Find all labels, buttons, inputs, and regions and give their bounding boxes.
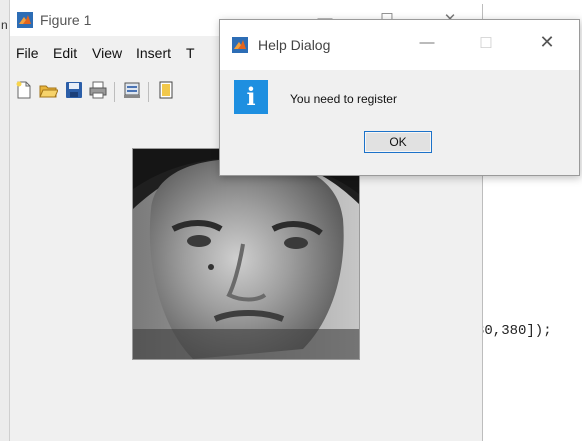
insert-colorbar-icon[interactable]: [156, 80, 176, 100]
dialog-titlebar[interactable]: Help Dialog — ☐ ✕: [220, 20, 579, 70]
print-preview-icon[interactable]: [122, 80, 142, 100]
face-image: [132, 148, 360, 360]
background-code-text: 80,380]);: [476, 323, 552, 339]
menu-file[interactable]: File: [16, 45, 39, 61]
matlab-logo-icon: [232, 37, 248, 53]
figure-title: Figure 1: [40, 12, 92, 28]
toolbar-separator: [148, 82, 149, 102]
dialog-minimize-button[interactable]: —: [415, 34, 439, 51]
background-left-glyph: n: [1, 18, 8, 32]
print-icon[interactable]: [88, 80, 108, 100]
toolbar-separator: [114, 82, 115, 102]
open-file-icon[interactable]: [38, 80, 58, 100]
menu-tools[interactable]: T: [186, 45, 195, 61]
save-icon[interactable]: [64, 80, 84, 100]
help-dialog: Help Dialog — ☐ ✕ i You need to register…: [219, 19, 580, 176]
dialog-title: Help Dialog: [258, 37, 331, 53]
grayscale-face-photo: [133, 149, 359, 359]
dialog-close-button[interactable]: ✕: [534, 32, 560, 53]
dialog-maximize-button: ☐: [479, 35, 493, 52]
menu-insert[interactable]: Insert: [136, 45, 171, 61]
menu-view[interactable]: View: [92, 45, 122, 61]
matlab-logo-icon: [17, 12, 33, 28]
new-figure-icon[interactable]: [14, 80, 34, 100]
menu-edit[interactable]: Edit: [53, 45, 77, 61]
dialog-message: You need to register: [290, 92, 397, 106]
ok-button[interactable]: OK: [364, 131, 432, 153]
info-icon: i: [234, 80, 268, 114]
